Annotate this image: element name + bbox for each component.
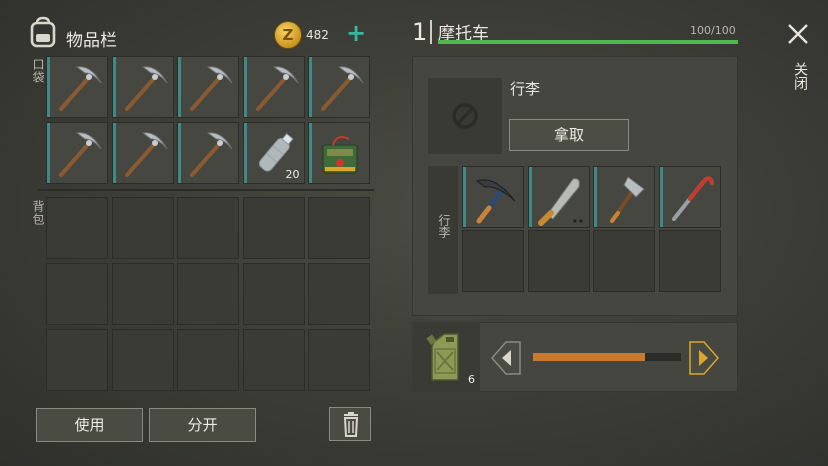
cargo-slot[interactable] (428, 78, 502, 154)
backpack-slot[interactable] (308, 329, 370, 391)
inventory-title: 物品栏 (66, 31, 117, 51)
close-label[interactable]: 关闭 (790, 62, 810, 90)
hatchet-icon (610, 176, 645, 223)
fuel-level-fill (533, 353, 646, 361)
pickaxe-blue-icon (475, 179, 516, 224)
pocket-slot[interactable] (308, 56, 370, 118)
backpack-slot[interactable] (242, 329, 305, 391)
vehicle-durability-fill (438, 40, 738, 44)
coin-count: 482 (306, 28, 329, 42)
vehicle-durability-text: 100/100 (690, 24, 736, 37)
cargo-label: 行李 (510, 80, 541, 98)
pickaxe-icon (124, 66, 167, 111)
pickaxe-icon (255, 66, 298, 111)
pocket-slot[interactable] (46, 56, 108, 118)
backpack-slot[interactable] (308, 263, 370, 325)
backpack-slot[interactable] (177, 197, 239, 259)
section-divider (38, 189, 374, 191)
pocket-slot[interactable] (177, 122, 239, 184)
pickaxe-icon (124, 132, 167, 177)
pocket-slot[interactable] (111, 56, 174, 118)
landmine-icon (322, 136, 358, 174)
trunk-label: 行李 (437, 214, 451, 238)
backpack-slot[interactable] (177, 329, 239, 391)
pocket-slot[interactable] (177, 56, 239, 118)
backpack-slot[interactable] (111, 329, 174, 391)
trunk-slot[interactable] (658, 230, 721, 292)
trunk-slot[interactable] (593, 230, 655, 292)
pickaxe-icon (321, 66, 364, 111)
add-coins-button[interactable]: + (343, 21, 369, 46)
split-button[interactable]: 分开 (149, 408, 256, 442)
pocket-slot[interactable] (308, 122, 370, 184)
trunk-slot[interactable] (527, 230, 590, 292)
pocket-label: 口袋 (31, 58, 45, 84)
pocket-slot[interactable] (46, 122, 108, 184)
backpack-slot[interactable] (46, 197, 108, 259)
machete-icon (537, 178, 583, 226)
fuel-increase-button[interactable] (688, 340, 720, 376)
coin-icon-letter: Z (282, 26, 294, 44)
pocket-slot[interactable] (242, 56, 305, 118)
backpack-slot[interactable] (308, 197, 370, 259)
close-icon[interactable] (786, 22, 810, 46)
trunk-slot[interactable] (593, 166, 655, 228)
backpack-slot[interactable] (242, 263, 305, 325)
backpack-slot[interactable] (111, 263, 174, 325)
item-quantity: 20 (285, 168, 300, 181)
vehicle-separator (430, 20, 432, 44)
pickaxe-icon (59, 132, 102, 177)
crowbar-icon (671, 176, 714, 221)
pickaxe-icon (190, 66, 233, 111)
take-button[interactable]: 拿取 (509, 119, 629, 151)
trunk-slot[interactable] (462, 166, 524, 228)
backpack-label: 背包 (31, 200, 45, 226)
backpack-slot[interactable] (46, 263, 108, 325)
pickaxe-icon (59, 66, 102, 111)
backpack-slot[interactable] (177, 263, 239, 325)
backpack-slot[interactable] (46, 329, 108, 391)
fuel-quantity: 6 (468, 373, 475, 386)
pocket-slot[interactable] (111, 122, 174, 184)
use-button[interactable]: 使用 (36, 408, 143, 442)
backpack-icon (30, 16, 56, 48)
pocket-slot[interactable]: 20 (242, 122, 305, 184)
backpack-slot[interactable] (111, 197, 174, 259)
trunk-slot[interactable] (527, 166, 590, 228)
delete-button[interactable] (329, 407, 371, 441)
trunk-slot[interactable] (462, 230, 524, 292)
trash-icon (343, 412, 359, 437)
backpack-slot[interactable] (242, 197, 305, 259)
no-entry-icon (452, 103, 478, 129)
vehicle-level: 1 (412, 18, 428, 46)
pickaxe-icon (190, 132, 233, 177)
fuel-decrease-button[interactable] (490, 340, 522, 376)
trunk-slot[interactable] (658, 166, 721, 228)
